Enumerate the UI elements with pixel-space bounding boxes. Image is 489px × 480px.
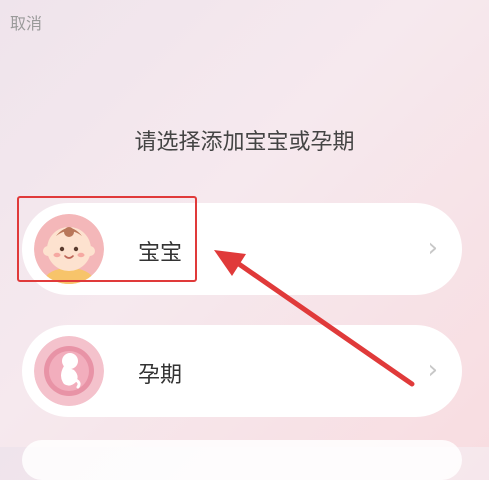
annotation-arrow <box>214 250 415 387</box>
